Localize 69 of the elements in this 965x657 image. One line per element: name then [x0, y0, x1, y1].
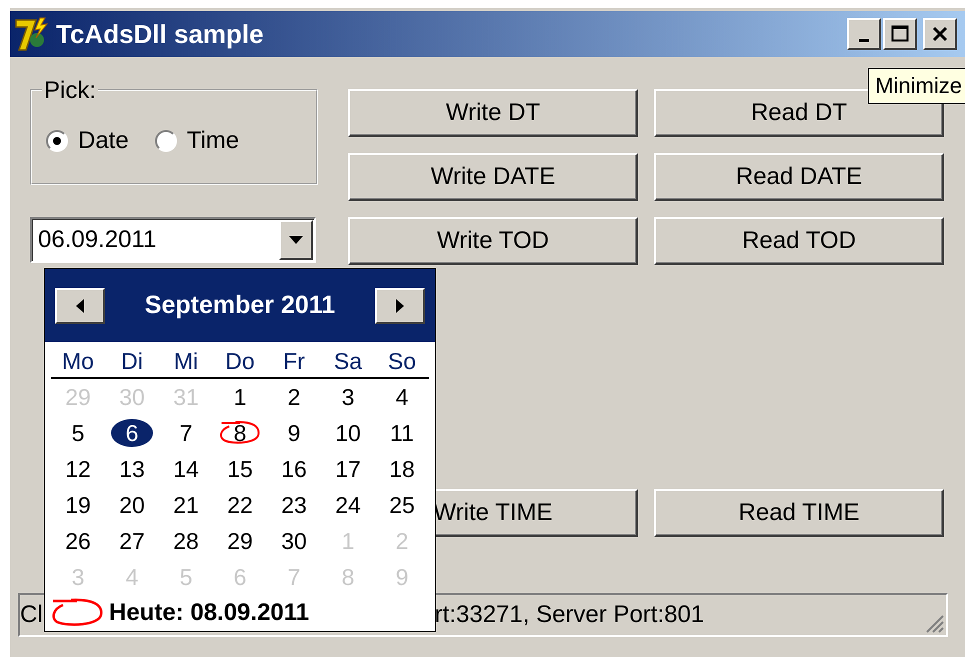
weekday-label: Mo — [61, 347, 95, 376]
calendar-day[interactable]: 10 — [321, 415, 375, 451]
weekday-label: Sa — [332, 347, 364, 376]
calendar-day[interactable]: 5 — [51, 415, 105, 451]
calendar-day[interactable]: 9 — [267, 415, 321, 451]
calendar-day[interactable]: 2 — [267, 379, 321, 415]
status-text: Cl — [20, 601, 43, 629]
action-button[interactable]: Write TOD — [348, 217, 638, 265]
window-title: TcAdsDll sample — [56, 18, 265, 50]
calendar-day[interactable]: 11 — [375, 415, 429, 451]
calendar-day[interactable]: 25 — [375, 487, 429, 523]
calendar-day[interactable]: 18 — [375, 451, 429, 487]
date-picker-field[interactable]: 06.09.2011 — [30, 217, 316, 263]
action-button[interactable]: Read TIME — [654, 489, 944, 537]
calendar-day[interactable]: 16 — [267, 451, 321, 487]
action-button[interactable]: Read TOD — [654, 217, 944, 265]
calendar-day[interactable]: 6 — [111, 419, 153, 447]
weekday-label: So — [386, 347, 418, 376]
today-link[interactable]: Heute: 08.09.2011 — [109, 599, 310, 627]
radio-option[interactable]: Date — [46, 127, 129, 155]
dropdown-button[interactable] — [279, 220, 313, 260]
calendar-day[interactable]: 14 — [159, 451, 213, 487]
calendar-day[interactable]: 7 — [159, 415, 213, 451]
calendar-day[interactable]: 3 — [321, 379, 375, 415]
calendar-day[interactable]: 15 — [213, 451, 267, 487]
weekday-label: Mi — [172, 347, 200, 376]
left-triangle-icon — [75, 298, 85, 314]
radio-circle[interactable] — [46, 130, 68, 152]
calendar-day[interactable]: 29 — [213, 523, 267, 559]
minimize-button[interactable] — [847, 18, 881, 50]
calendar-day[interactable]: 8 — [213, 415, 267, 451]
month-title[interactable]: September 2011 — [144, 291, 336, 320]
action-button[interactable]: Read DATE — [654, 153, 944, 201]
calendar-day[interactable]: 20 — [105, 487, 159, 523]
close-icon — [930, 24, 950, 44]
maximize-button[interactable] — [883, 18, 917, 50]
right-triangle-icon — [395, 298, 405, 314]
calendar-day[interactable]: 27 — [105, 523, 159, 559]
maximize-icon — [890, 24, 910, 44]
calendar-day[interactable]: 26 — [51, 523, 105, 559]
app-logo-icon — [14, 16, 50, 52]
calendar-day[interactable]: 22 — [213, 487, 267, 523]
radio-option[interactable]: Time — [154, 127, 240, 155]
weekday-label: Di — [120, 347, 144, 376]
calendar-day[interactable]: 1 — [213, 379, 267, 415]
weekday-label: Fr — [282, 347, 306, 376]
minimize-icon — [859, 38, 869, 42]
tooltip: Minimize — [868, 68, 965, 104]
calendar-day[interactable]: 30 — [267, 523, 321, 559]
next-month-button[interactable] — [375, 288, 425, 324]
action-button[interactable]: Write DATE — [348, 153, 638, 201]
action-button[interactable]: Write DT — [348, 89, 638, 137]
calendar-day[interactable]: 19 — [51, 487, 105, 523]
previous-month-button[interactable] — [55, 288, 105, 324]
circle-mark-icon — [51, 597, 105, 629]
calendar-day[interactable]: 4 — [375, 379, 429, 415]
calendar-day[interactable]: 21 — [159, 487, 213, 523]
caret-down-icon — [288, 235, 304, 245]
status-text: rt:33271, Server Port:801 — [434, 601, 704, 629]
calendar-day[interactable]: 28 — [159, 523, 213, 559]
radio-label: Date — [78, 127, 129, 155]
calendar-day[interactable]: 23 — [267, 487, 321, 523]
weekday-label: Do — [224, 347, 256, 376]
calendar-day[interactable]: 12 — [51, 451, 105, 487]
close-button[interactable] — [923, 18, 957, 50]
calendar-day[interactable]: 17 — [321, 451, 375, 487]
calendar-day[interactable]: 13 — [105, 451, 159, 487]
radio-label: Time — [186, 127, 240, 155]
radio-circle[interactable] — [154, 130, 177, 152]
